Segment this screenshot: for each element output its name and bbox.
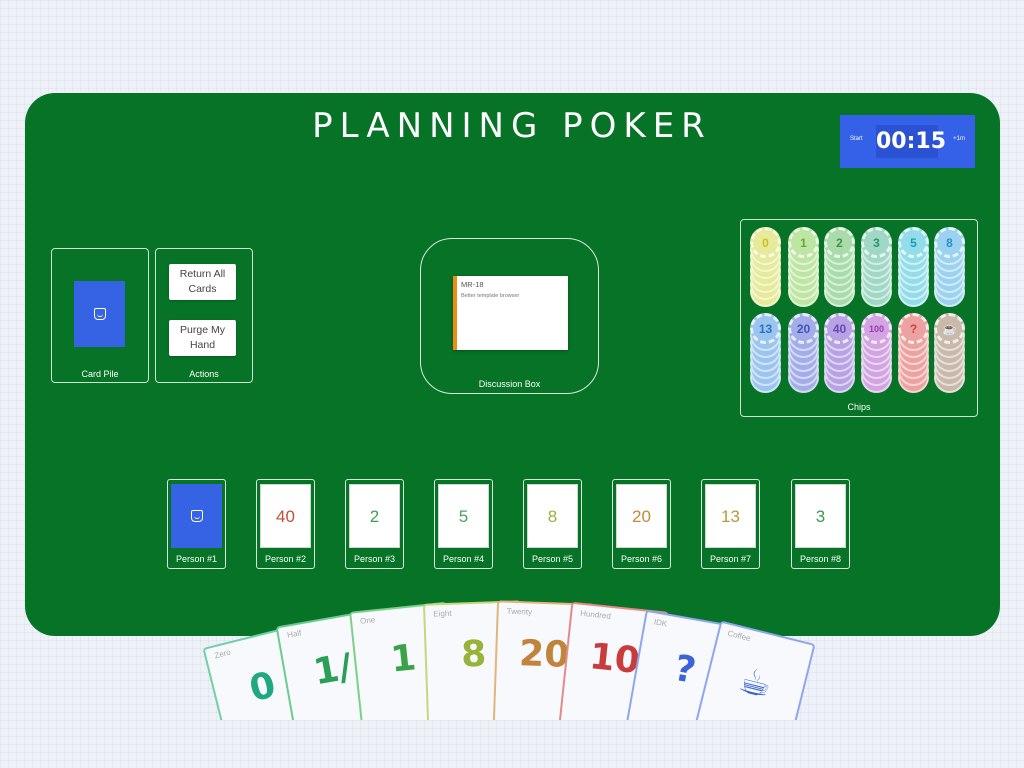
hand-card-name: Half (286, 628, 303, 640)
hand-card-name: Eight (433, 608, 452, 619)
hand-card-name: Hundred (579, 608, 612, 621)
hand-card-name: Coffee (726, 628, 752, 644)
hand-card-name: One (359, 615, 376, 626)
hand-card-name: Twenty (506, 606, 533, 617)
hand-card-name: Zero (213, 647, 232, 661)
player-hand: Zero 0 Half 1/One 1 Eight 8 Twenty 20 Hundred 10 ID… (0, 0, 1024, 720)
coffee-icon: ☕ (734, 659, 776, 708)
hand-card-name: IDK (653, 617, 668, 629)
